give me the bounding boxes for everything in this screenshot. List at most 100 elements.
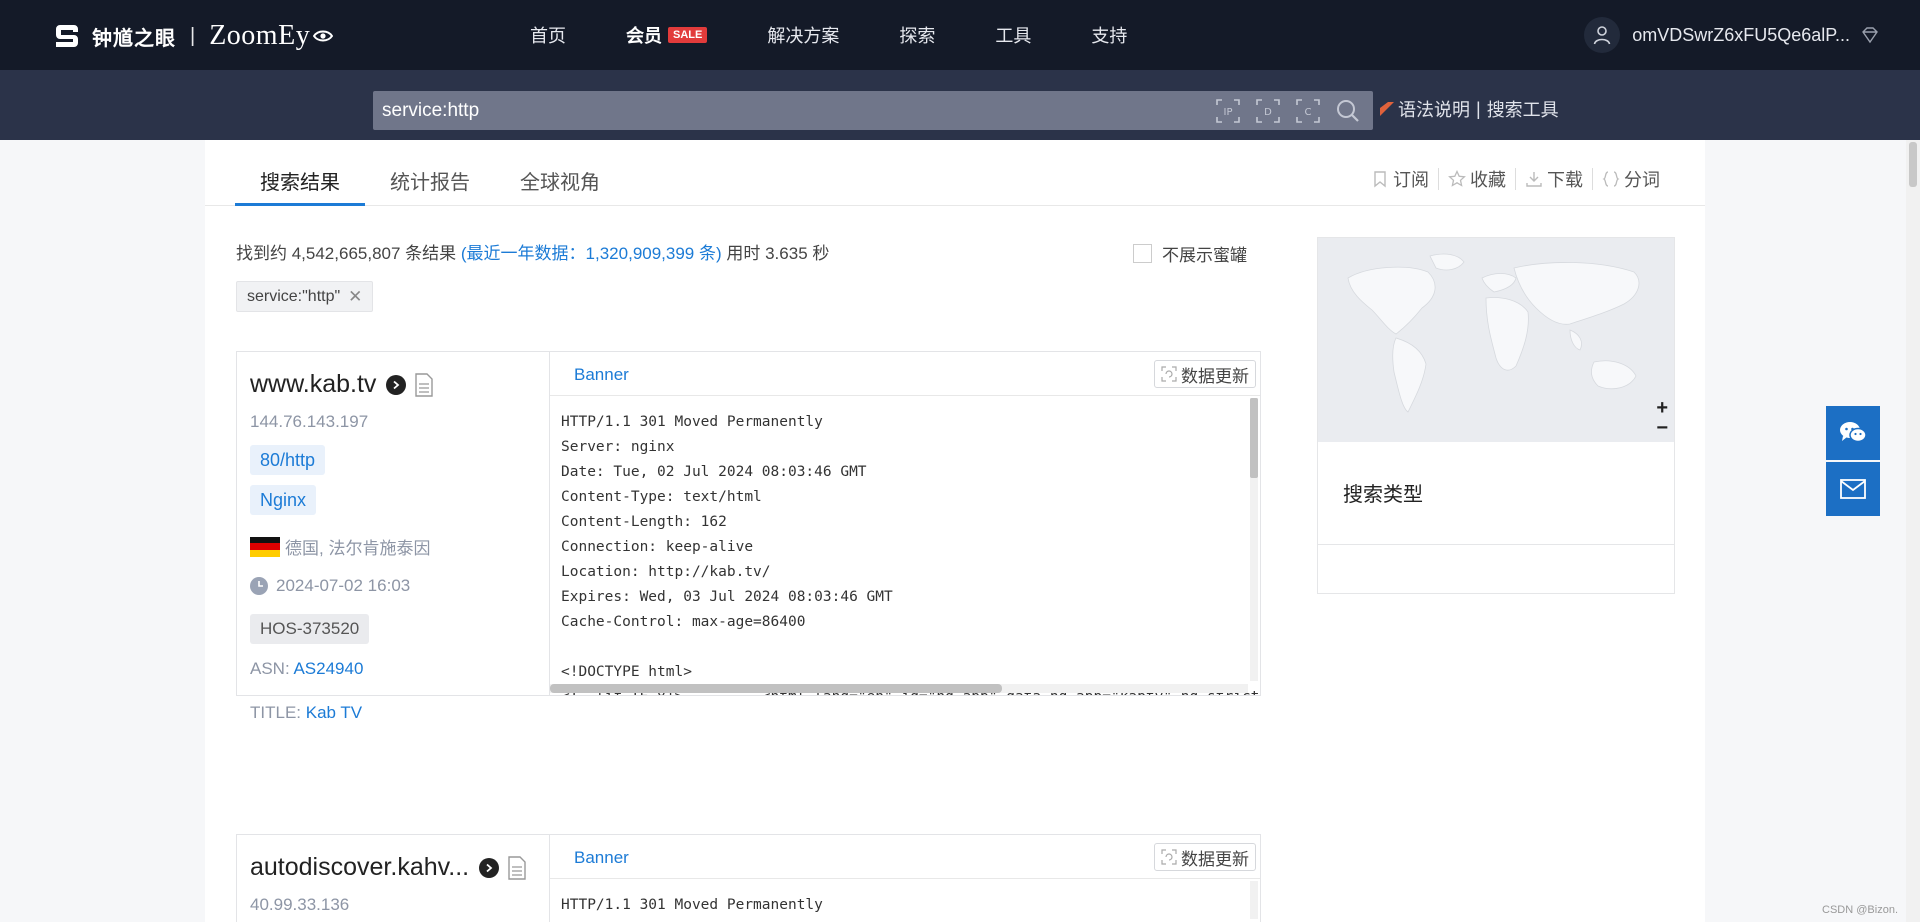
active-tab-indicator [235, 203, 365, 206]
banner-content[interactable]: HTTP/1.1 301 Moved Permanently Server: n… [550, 396, 1260, 695]
subscribe-button[interactable]: 订阅 [1371, 166, 1429, 192]
link-separator: | [1476, 98, 1481, 119]
svg-text:D: D [1264, 107, 1272, 118]
result-tabs: 搜索结果 统计报告 全球视角 订阅 收藏 下载 分词 [205, 140, 1705, 206]
side-panel: + − 搜索类型 [1317, 237, 1675, 594]
download-icon [1526, 172, 1542, 187]
menu-item-solutions[interactable]: 解决方案 [767, 22, 839, 48]
document-icon[interactable] [414, 372, 434, 397]
diamond-icon[interactable] [1860, 25, 1880, 45]
wechat-contact-button[interactable] [1826, 406, 1880, 460]
cert-search-icon[interactable]: C [1293, 96, 1323, 126]
svg-text:IP: IP [1224, 107, 1233, 118]
user-icon [1593, 26, 1611, 45]
divider [1592, 168, 1593, 190]
zoomeye-logo-icon [56, 25, 78, 47]
open-arrow-icon[interactable] [479, 857, 500, 878]
host-link[interactable]: autodiscover.kahv... [250, 853, 469, 882]
document-icon[interactable] [507, 855, 527, 880]
close-icon[interactable]: ✕ [348, 287, 362, 307]
page-scrollbar[interactable] [1906, 140, 1920, 922]
search-input[interactable] [373, 91, 1213, 130]
tab-global-view[interactable]: 全球视角 [520, 166, 600, 195]
refresh-label: 数据更新 [1181, 849, 1249, 869]
favorite-button[interactable]: 收藏 [1448, 166, 1506, 192]
hide-honeypot-checkbox[interactable] [1133, 244, 1152, 263]
banner-header: Banner 数据更新 [550, 352, 1260, 396]
tab-search-results[interactable]: 搜索结果 [260, 166, 340, 195]
banner-content[interactable]: HTTP/1.1 301 Moved Permanently [550, 879, 1260, 922]
geo-location[interactable]: 德国, 法尔肯施泰因 [250, 534, 430, 559]
tab-statistics-report[interactable]: 统计报告 [390, 166, 470, 195]
user-menu[interactable]: omVDSwrZ6xFU5Qe6alP... [1584, 17, 1880, 53]
title-link[interactable]: Kab TV [306, 703, 362, 722]
search-tools-link[interactable]: 搜索工具 [1487, 96, 1559, 122]
search-box: IP D C [373, 91, 1373, 130]
port-chip[interactable]: 80/http [250, 445, 326, 475]
result-actions: 订阅 收藏 下载 分词 [1371, 166, 1660, 192]
server-chip[interactable]: Nginx [250, 485, 317, 515]
title-label: TITLE: [250, 703, 306, 722]
action-label: 订阅 [1393, 170, 1429, 190]
world-map-shapes [1347, 253, 1640, 413]
action-label: 分词 [1624, 170, 1660, 190]
banner-tab[interactable]: Banner [574, 365, 629, 385]
ip-address[interactable]: 144.76.143.197 [250, 412, 368, 432]
zoom-out-button[interactable]: − [1656, 418, 1668, 438]
refresh-icon [1161, 366, 1177, 382]
username[interactable]: omVDSwrZ6xFU5Qe6alP... [1632, 25, 1850, 46]
action-label: 下载 [1547, 170, 1583, 190]
banner-vertical-scroll-thumb[interactable] [1250, 398, 1258, 478]
menu-item-tools[interactable]: 工具 [995, 22, 1031, 48]
domain-search-icon[interactable]: D [1253, 96, 1283, 126]
result-summary: 找到约 4,542,665,807 条结果 (最近一年数据：1,320,909,… [236, 239, 829, 264]
host-link[interactable]: www.kab.tv [250, 370, 376, 399]
email-contact-button[interactable] [1826, 462, 1880, 516]
wechat-icon [1840, 422, 1867, 443]
banner-panel: Banner 数据更新 HTTP/1.1 301 Moved Permanent… [550, 835, 1260, 922]
menu-item-home[interactable]: 首页 [530, 22, 566, 48]
hide-honeypot-label: 不展示蜜罐 [1162, 246, 1247, 265]
banner-panel: Banner 数据更新 HTTP/1.1 301 Moved Permanent… [550, 352, 1260, 695]
menu-label: 首页 [530, 26, 566, 46]
syntax-help-link[interactable]: 语法说明 [1398, 96, 1470, 122]
divider [1318, 544, 1674, 545]
ip-address[interactable]: 40.99.33.136 [250, 895, 349, 915]
hide-honeypot-toggle[interactable]: 不展示蜜罐 [1133, 241, 1247, 266]
banner-vertical-scrollbar[interactable] [1250, 881, 1258, 919]
download-button[interactable]: 下载 [1525, 166, 1583, 192]
clock-icon [250, 577, 268, 595]
banner-horizontal-scroll-thumb[interactable] [550, 684, 1002, 693]
world-map[interactable]: + − [1318, 238, 1674, 442]
menu-item-explore[interactable]: 探索 [899, 22, 935, 48]
open-arrow-icon[interactable] [386, 374, 407, 395]
ip-search-icon[interactable]: IP [1213, 96, 1243, 126]
menu-label: 支持 [1091, 26, 1128, 46]
recent-year-count[interactable]: (最近一年数据：1,320,909,399 条) [461, 244, 722, 263]
sale-badge: SALE [668, 27, 708, 43]
zoom-in-button[interactable]: + [1656, 398, 1668, 418]
menu-item-support[interactable]: 支持 [1091, 22, 1127, 48]
search-icon[interactable] [1333, 96, 1363, 126]
refresh-data-button[interactable]: 数据更新 [1154, 360, 1256, 388]
avatar[interactable] [1584, 17, 1621, 53]
scan-time-text: 2024-07-02 16:03 [276, 576, 411, 595]
menu-item-membership[interactable]: 会员 SALE [626, 22, 708, 48]
asn-label: ASN: [250, 659, 294, 678]
page-scroll-thumb[interactable] [1909, 142, 1917, 187]
tokenize-button[interactable]: 分词 [1602, 166, 1660, 192]
menu-label: 工具 [995, 26, 1032, 46]
search-type-title: 搜索类型 [1343, 484, 1423, 506]
search-band: IP D C 语法说明 | 搜索工具 [0, 70, 1920, 140]
hos-tag[interactable]: HOS-373520 [250, 614, 370, 644]
refresh-label: 数据更新 [1181, 366, 1249, 386]
top-nav: 钟馗之眼 | ZoomEy 首页 会员 SALE 解决方案 探索 工具 支持 o… [0, 0, 1920, 70]
asn-link[interactable]: AS24940 [293, 659, 363, 678]
banner-tab[interactable]: Banner [574, 848, 629, 868]
menu-label: 会员 [626, 26, 662, 46]
logo-cn-text: 钟馗之眼 [92, 27, 176, 50]
refresh-data-button[interactable]: 数据更新 [1154, 843, 1256, 871]
brace-icon [1602, 171, 1620, 187]
logo[interactable]: 钟馗之眼 | ZoomEy [52, 20, 334, 52]
result-meta: autodiscover.kahv... 40.99.33.136 [237, 835, 550, 922]
